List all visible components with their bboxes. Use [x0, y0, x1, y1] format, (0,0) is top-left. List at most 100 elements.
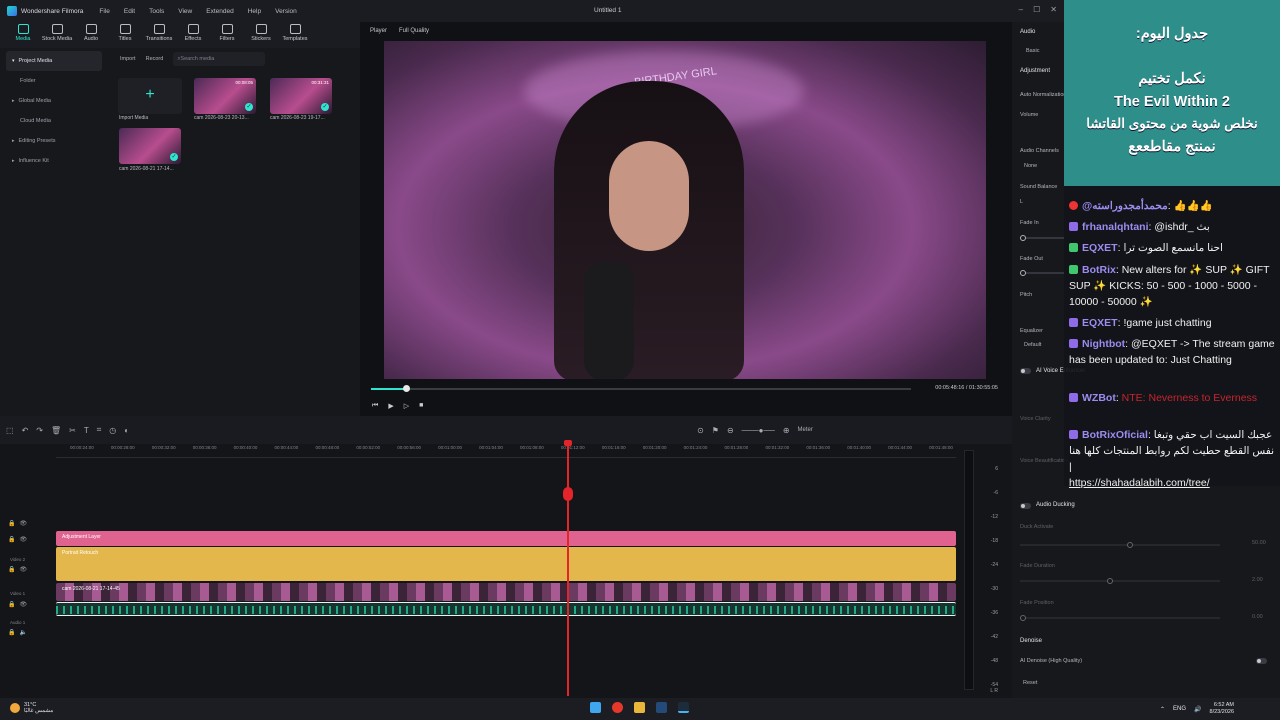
tool-filters[interactable]: Filters [212, 22, 242, 48]
select-tool-icon[interactable]: ⬚ [6, 426, 14, 435]
previous-frame-icon[interactable]: ⏮ [372, 402, 378, 410]
media-clip-1[interactable]: 00:08:05 ✓ [194, 78, 256, 114]
tab-basic[interactable]: Basic [1026, 48, 1039, 54]
chevron-up-icon[interactable]: ⌃ [1160, 706, 1165, 713]
menu-help[interactable]: Help [248, 8, 261, 15]
crop-icon[interactable]: ⌗ [97, 425, 102, 435]
clock[interactable]: 6:52 AM 8/23/2026 [1210, 702, 1234, 716]
tool-titles[interactable]: Titles [110, 22, 140, 48]
quality-select[interactable]: Full Quality [399, 28, 429, 34]
speaker-icon[interactable]: 🔈 [19, 629, 26, 636]
media-clip-2-name: cam 2026-08-23 19-17... [270, 115, 325, 121]
menu-version[interactable]: Version [275, 8, 297, 15]
lock-icon[interactable]: 🔒 [8, 566, 15, 573]
sidebar-item-project-media[interactable]: ▾ Project Media [6, 51, 102, 71]
steam-icon[interactable] [656, 702, 667, 713]
eye-icon[interactable]: 👁 [19, 566, 27, 573]
stop-icon[interactable]: ■ [419, 402, 423, 410]
lock-icon[interactable]: 🔒 [8, 601, 15, 608]
menu-extended[interactable]: Extended [206, 8, 233, 15]
eye-icon[interactable]: 👁 [19, 520, 27, 527]
chat-link[interactable]: https://shahadalabih.com/tree/ [1069, 477, 1210, 489]
speed-icon[interactable]: ◷ [109, 426, 116, 435]
lock-icon[interactable]: 🔒 [8, 520, 15, 527]
audio-ducking-toggle[interactable] [1020, 503, 1031, 509]
fade-in-slider[interactable] [1020, 235, 1064, 241]
portrait-retouch-clip[interactable]: Portrait Retouch [56, 547, 956, 581]
tool-stock-media[interactable]: Stock Media [42, 22, 72, 48]
tool-templates[interactable]: Templates [280, 22, 310, 48]
tool-audio[interactable]: Audio [76, 22, 106, 48]
language-indicator[interactable]: ENG [1173, 706, 1186, 712]
menu-file[interactable]: File [99, 8, 109, 15]
video-preview[interactable]: BIRTHDAY GIRL [384, 41, 986, 379]
snap-icon[interactable]: ⊙ [697, 426, 704, 435]
zoom-in-icon[interactable]: ⊕ [783, 426, 790, 435]
timeline-ruler[interactable]: 00:00:24:00 00:00:28:00 00:00:32:00 00:00:3… [56, 444, 956, 458]
marker-icon[interactable]: ⚑ [712, 426, 719, 435]
tool-stickers[interactable]: Stickers [246, 22, 276, 48]
maximize-icon[interactable]: ☐ [1033, 5, 1040, 14]
playhead-drag-handle[interactable] [563, 487, 573, 501]
windows-start-icon[interactable] [590, 702, 601, 713]
delete-icon[interactable]: 🗑 [51, 426, 61, 435]
lock-icon[interactable]: 🔒 [8, 629, 15, 636]
sidebar-item-editing-presets[interactable]: ▸ Editing Presets [0, 131, 108, 151]
cam-audio-clip[interactable] [56, 602, 956, 616]
sidebar-item-global-media[interactable]: ▸ Global Media [0, 91, 108, 111]
menu-view[interactable]: View [178, 8, 192, 15]
lock-icon[interactable]: 🔒 [8, 536, 15, 543]
search-input[interactable]: ⌕ Search media [173, 52, 266, 66]
eye-icon[interactable]: 👁 [19, 601, 27, 608]
eye-icon[interactable]: 👁 [19, 536, 27, 543]
record-button[interactable]: Record [146, 56, 164, 62]
zoom-slider[interactable]: ───●── [742, 426, 775, 435]
fade-position-slider[interactable] [1020, 615, 1220, 621]
media-clip-3[interactable]: ✓ [119, 128, 181, 164]
sidebar-item-influence-kit[interactable]: ▸ Influence Kit [0, 151, 108, 171]
close-icon[interactable]: ✕ [1050, 5, 1057, 14]
media-clip-2[interactable]: 00:31:31 ✓ [270, 78, 332, 114]
progress-knob[interactable] [403, 385, 410, 392]
split-icon[interactable]: ✂ [69, 426, 76, 435]
filmora-taskbar-icon[interactable] [678, 702, 689, 713]
audio-channels-select[interactable]: None [1024, 163, 1037, 169]
undo-icon[interactable]: ↶ [22, 426, 29, 435]
media-library: Import Record ⌕ Search media + Import Me… [108, 48, 360, 416]
adjustment-layer-clip[interactable]: Adjustment Layer [56, 531, 956, 546]
playback-progress-bar[interactable] [371, 385, 911, 392]
menu-tools[interactable]: Tools [149, 8, 164, 15]
brave-browser-icon[interactable] [612, 702, 623, 713]
tool-effects[interactable]: Effects [178, 22, 208, 48]
reset-button[interactable]: Reset [1023, 680, 1037, 686]
weather-widget[interactable]: 31°C مشمس غالبًا [10, 702, 53, 714]
fade-out-slider[interactable] [1020, 270, 1064, 276]
chat-message: BotRix: New alters for ✨ SUP ✨ GIFT SUP … [1069, 264, 1270, 308]
next-frame-icon[interactable]: ▷ [404, 402, 409, 410]
cam-video-clip[interactable]: cam 2026-08-21 17-14-45 [56, 583, 956, 601]
redo-icon[interactable]: ↷ [36, 426, 43, 435]
filters-icon [221, 24, 233, 34]
sidebar-item-folder[interactable]: Folder [0, 71, 108, 91]
ai-denoise-toggle[interactable] [1256, 658, 1267, 664]
file-explorer-icon[interactable] [634, 702, 645, 713]
duck-activate-slider[interactable] [1020, 542, 1220, 548]
tab-audio[interactable]: Audio [1020, 29, 1035, 35]
plus-icon: + [145, 86, 155, 103]
import-media-button[interactable]: + [118, 78, 182, 114]
tool-media[interactable]: Media [8, 22, 38, 48]
zoom-out-icon[interactable]: ⊖ [727, 426, 734, 435]
volume-icon[interactable]: 🔊 [1194, 706, 1201, 713]
import-button[interactable]: Import [120, 56, 136, 62]
fade-duration-slider[interactable] [1020, 578, 1220, 584]
play-icon[interactable]: ▶ [388, 402, 393, 410]
playhead[interactable] [564, 440, 572, 696]
color-icon[interactable]: ◐ [124, 426, 129, 435]
minimize-icon[interactable]: – [1019, 5, 1023, 14]
ai-voice-toggle[interactable] [1020, 368, 1031, 374]
text-icon[interactable]: T [84, 426, 89, 435]
equalizer-select[interactable]: Default [1024, 342, 1041, 348]
menu-edit[interactable]: Edit [124, 8, 135, 15]
sidebar-item-cloud-media[interactable]: Cloud Media [0, 111, 108, 131]
tool-transitions[interactable]: Transitions [144, 22, 174, 48]
